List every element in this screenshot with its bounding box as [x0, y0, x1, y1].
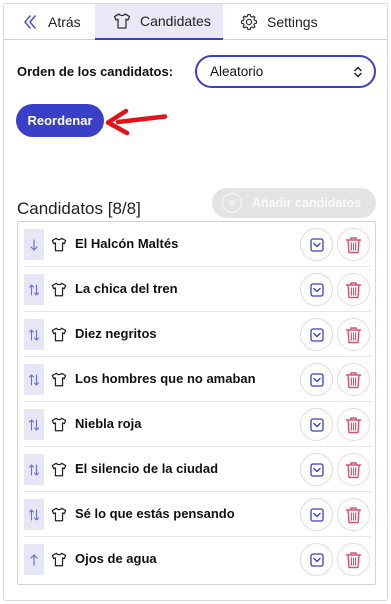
select-caret-icon: [354, 66, 362, 78]
candidate-row: El silencio de la ciudad: [18, 447, 375, 492]
shirt-icon: [51, 462, 67, 477]
candidate-name: Diez negritos: [75, 326, 157, 341]
expand-button[interactable]: [300, 363, 333, 396]
chevron-down-box-icon: [309, 417, 324, 432]
arrow-updown-icon: [28, 508, 40, 521]
plus-icon: +: [222, 193, 242, 213]
chevron-down-box-icon: [309, 507, 324, 522]
drag-handle[interactable]: [24, 364, 44, 395]
shirt-icon: [112, 11, 132, 31]
drag-handle[interactable]: [24, 499, 44, 530]
reorder-button[interactable]: Reordenar: [16, 104, 104, 137]
chevron-down-box-icon: [309, 372, 324, 387]
candidate-row: Ojos de agua: [18, 537, 375, 582]
candidate-row: Los hombres que no amaban: [18, 357, 375, 402]
drag-handle[interactable]: [24, 454, 44, 485]
trash-icon: [345, 416, 362, 433]
order-select[interactable]: Aleatorio: [195, 55, 376, 88]
trash-icon: [345, 281, 362, 298]
order-select-value: Aleatorio: [210, 64, 264, 79]
expand-button[interactable]: [300, 318, 333, 351]
arrow-down-icon: [30, 238, 38, 251]
tab-back-label: Atrás: [48, 14, 81, 30]
candidate-name: El Halcón Maltés: [75, 236, 179, 251]
delete-button[interactable]: [337, 408, 370, 441]
delete-button[interactable]: [337, 228, 370, 261]
expand-button[interactable]: [300, 498, 333, 531]
expand-button[interactable]: [300, 228, 333, 261]
tab-bar: Atrás Candidates Settings: [4, 4, 387, 40]
arrow-updown-icon: [28, 328, 40, 341]
trash-icon: [345, 236, 362, 253]
expand-button[interactable]: [300, 408, 333, 441]
add-candidates-button[interactable]: + Añadir candidatos: [212, 188, 376, 218]
chevron-double-left-icon: [20, 12, 40, 32]
shirt-icon: [51, 507, 67, 522]
candidate-row: El Halcón Maltés: [18, 222, 375, 267]
expand-button[interactable]: [300, 273, 333, 306]
candidate-row: Sé lo que estás pensando: [18, 492, 375, 537]
candidate-row: Diez negritos: [18, 312, 375, 357]
candidate-name: Los hombres que no amaban: [75, 371, 256, 386]
delete-button[interactable]: [337, 318, 370, 351]
red-arrow-icon: [105, 108, 168, 136]
delete-button[interactable]: [337, 363, 370, 396]
trash-icon: [345, 461, 362, 478]
chevron-down-box-icon: [309, 327, 324, 342]
candidate-name: La chica del tren: [75, 281, 178, 296]
arrow-updown-icon: [28, 418, 40, 431]
delete-button[interactable]: [337, 453, 370, 486]
tab-settings-label: Settings: [267, 14, 318, 30]
shirt-icon: [51, 282, 67, 297]
candidate-name: El silencio de la ciudad: [75, 461, 219, 476]
drag-handle[interactable]: [24, 319, 44, 350]
shirt-icon: [51, 552, 67, 567]
candidates-title: Candidatos [8/8]: [17, 199, 141, 218]
arrow-updown-icon: [28, 283, 40, 296]
trash-icon: [345, 551, 362, 568]
candidates-list: El Halcón Maltés La chica del tren Diez …: [17, 221, 376, 585]
gear-icon: [239, 12, 259, 32]
arrow-up-icon: [30, 553, 38, 566]
shirt-icon: [51, 417, 67, 432]
shirt-icon: [51, 327, 67, 342]
shirt-icon: [51, 237, 67, 252]
tab-candidates[interactable]: Candidates: [95, 4, 223, 40]
chevron-down-box-icon: [309, 462, 324, 477]
delete-button[interactable]: [337, 498, 370, 531]
trash-icon: [345, 506, 362, 523]
tab-settings[interactable]: Settings: [223, 4, 343, 40]
candidate-name: Niebla roja: [75, 416, 142, 431]
chevron-down-box-icon: [309, 552, 324, 567]
candidate-row: La chica del tren: [18, 267, 375, 312]
candidate-row: Niebla roja: [18, 402, 375, 447]
drag-handle[interactable]: [24, 274, 44, 305]
arrow-updown-icon: [28, 373, 40, 386]
drag-handle[interactable]: [24, 409, 44, 440]
shirt-icon: [51, 372, 67, 387]
expand-button[interactable]: [300, 543, 333, 576]
delete-button[interactable]: [337, 543, 370, 576]
chevron-down-box-icon: [309, 237, 324, 252]
candidate-name: Ojos de agua: [75, 551, 157, 566]
tab-candidates-label: Candidates: [140, 13, 211, 29]
arrow-updown-icon: [28, 463, 40, 476]
trash-icon: [345, 326, 362, 343]
order-label: Orden de los candidatos:: [17, 64, 174, 79]
add-candidates-label: Añadir candidatos: [252, 196, 362, 210]
candidate-name: Sé lo que estás pensando: [75, 506, 235, 521]
expand-button[interactable]: [300, 453, 333, 486]
drag-handle[interactable]: [24, 544, 44, 575]
delete-button[interactable]: [337, 273, 370, 306]
chevron-down-box-icon: [309, 282, 324, 297]
trash-icon: [345, 371, 362, 388]
tab-back[interactable]: Atrás: [4, 4, 95, 40]
drag-handle[interactable]: [24, 229, 44, 260]
